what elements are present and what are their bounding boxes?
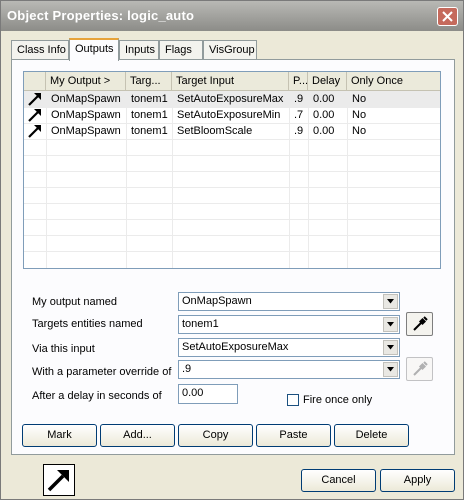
cancel-button[interactable]: Cancel	[301, 469, 376, 492]
parameter-override-value: .9	[182, 363, 192, 375]
row-target: tonem1	[131, 93, 168, 105]
fire-once-label[interactable]: Fire once only	[303, 394, 372, 406]
tab-class-info[interactable]: Class Info	[11, 40, 69, 60]
outputs-list-header: My Output > Targ... Target Input P... De…	[24, 72, 440, 91]
parameter-override-dropdown-button[interactable]	[383, 362, 398, 377]
output-arrow-icon	[28, 109, 41, 122]
table-row[interactable]: OnMapSpawn tonem1 SetBloomScale .9 0.00 …	[24, 123, 440, 139]
row-parameter: .7	[294, 109, 304, 121]
row-input: SetAutoExposureMax	[177, 93, 284, 105]
column-header-my-output[interactable]: My Output >	[46, 72, 126, 90]
chevron-down-icon	[387, 322, 394, 327]
delay-label: After a delay in seconds of	[32, 390, 162, 402]
tab-flags[interactable]: Flags	[159, 40, 203, 60]
close-button[interactable]	[437, 7, 458, 26]
row-output: OnMapSpawn	[51, 125, 121, 137]
via-input-select[interactable]: SetAutoExposureMax	[178, 338, 400, 357]
column-header-only-once[interactable]: Only Once	[347, 72, 440, 90]
via-input-value: SetAutoExposureMax	[182, 341, 289, 353]
chevron-down-icon	[387, 367, 394, 372]
table-row[interactable]: OnMapSpawn tonem1 SetAutoExposureMin .7 …	[24, 107, 440, 123]
output-arrow-icon	[28, 125, 41, 138]
column-header-delay[interactable]: Delay	[308, 72, 347, 90]
window-title: Object Properties: logic_auto	[7, 8, 195, 23]
tab-inputs[interactable]: Inputs	[119, 40, 159, 60]
parameter-override-label: With a parameter override of	[32, 366, 172, 378]
row-parameter: .9	[294, 93, 304, 105]
pick-parameter-button[interactable]	[406, 357, 433, 381]
delete-button[interactable]: Delete	[334, 424, 409, 447]
output-arrow-icon	[43, 464, 75, 496]
pick-target-entity-button[interactable]	[406, 312, 433, 336]
output-arrow-icon	[28, 93, 41, 106]
tab-visgroup[interactable]: VisGroup	[203, 40, 257, 60]
targets-entities-select[interactable]: tonem1	[178, 315, 400, 334]
row-input: SetBloomScale	[177, 125, 253, 137]
table-row[interactable]: OnMapSpawn tonem1 SetAutoExposureMax .9 …	[24, 91, 440, 107]
fire-once-checkbox[interactable]	[287, 394, 299, 406]
targets-entities-label: Targets entities named	[32, 318, 143, 330]
row-only-once: No	[352, 93, 367, 105]
output-named-label: My output named	[32, 296, 117, 308]
row-parameter: .9	[294, 125, 304, 137]
row-output: OnMapSpawn	[51, 109, 121, 121]
delay-value: 0.00	[182, 387, 204, 399]
outputs-list[interactable]: My Output > Targ... Target Input P... De…	[23, 71, 441, 269]
output-named-select[interactable]: OnMapSpawn	[178, 292, 400, 311]
column-header-icon[interactable]	[24, 72, 46, 90]
via-input-dropdown-button[interactable]	[383, 340, 398, 355]
delay-input[interactable]: 0.00	[178, 384, 238, 404]
row-input: SetAutoExposureMin	[177, 109, 281, 121]
paste-button[interactable]: Paste	[256, 424, 331, 447]
add-button[interactable]: Add...	[100, 424, 175, 447]
column-header-target-input[interactable]: Target Input	[172, 72, 289, 90]
targets-entities-dropdown-button[interactable]	[383, 317, 398, 332]
targets-entities-value: tonem1	[182, 318, 219, 330]
output-named-dropdown-button[interactable]	[383, 294, 398, 309]
via-input-label: Via this input	[32, 343, 95, 355]
mark-button[interactable]: Mark	[22, 424, 97, 447]
chevron-down-icon	[387, 345, 394, 350]
tab-outputs[interactable]: Outputs	[69, 38, 119, 61]
eyedropper-icon	[413, 361, 428, 376]
column-header-parameter[interactable]: P...	[289, 72, 308, 90]
object-properties-dialog: Object Properties: logic_auto Class Info…	[0, 0, 464, 500]
apply-button[interactable]: Apply	[380, 469, 455, 492]
column-header-target[interactable]: Targ...	[126, 72, 172, 90]
row-only-once: No	[352, 125, 367, 137]
copy-button[interactable]: Copy	[178, 424, 253, 447]
chevron-down-icon	[387, 299, 394, 304]
close-icon	[442, 11, 453, 22]
row-output: OnMapSpawn	[51, 93, 121, 105]
parameter-override-select[interactable]: .9	[178, 360, 400, 379]
row-target: tonem1	[131, 109, 168, 121]
title-bar[interactable]: Object Properties: logic_auto	[1, 1, 463, 31]
row-delay: 0.00	[313, 125, 335, 137]
row-delay: 0.00	[313, 93, 335, 105]
row-target: tonem1	[131, 125, 168, 137]
row-delay: 0.00	[313, 109, 335, 121]
eyedropper-icon	[413, 316, 428, 331]
output-named-value: OnMapSpawn	[182, 295, 252, 307]
row-only-once: No	[352, 109, 367, 121]
